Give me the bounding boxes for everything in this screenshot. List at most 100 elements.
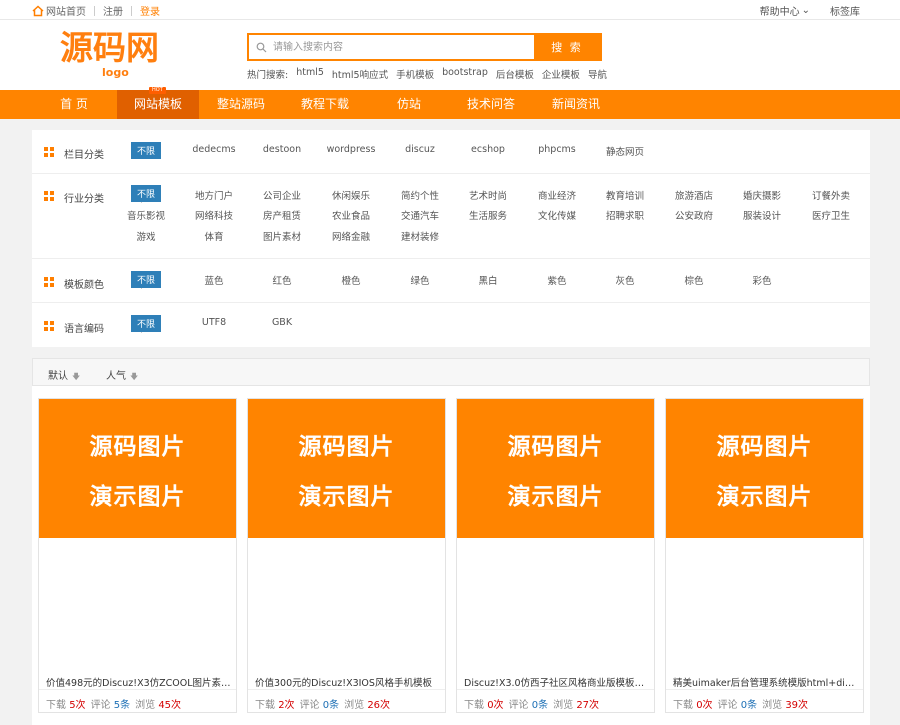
comment-count: 0条 (322, 700, 340, 711)
card-title[interactable]: 精美uimaker后台管理系统模版html+div+... (673, 675, 859, 689)
download-label: 下载 (255, 700, 275, 711)
filter-option[interactable]: 彩色 (752, 273, 771, 287)
comment-count: 5条 (113, 700, 131, 711)
hot-search-label: 热门搜索: (247, 70, 289, 81)
thumbnail[interactable]: 源码图片 演示图片 (248, 399, 445, 538)
template-card[interactable]: 源码图片 演示图片 价值498元的Discuz!X3仿ZCOOL图片素材... … (38, 398, 237, 713)
nav-item-news[interactable]: 新闻资讯 (535, 90, 617, 119)
register-link[interactable]: 注册 (95, 3, 131, 18)
thumbnail[interactable]: 源码图片 演示图片 (39, 399, 236, 538)
nav-item-label: 网站模板 (133, 97, 182, 111)
filter-option[interactable]: 文化传媒 (538, 208, 576, 222)
filter-option[interactable]: 教育培训 (606, 188, 644, 202)
search-input[interactable] (273, 35, 534, 59)
filter-option[interactable]: GBK (272, 317, 292, 328)
filter-option[interactable]: 生活服务 (469, 208, 507, 222)
filter-option[interactable]: 体育 (204, 229, 223, 243)
nav-item-tutorials[interactable]: 教程下载 (284, 90, 366, 119)
thumbnail[interactable]: 源码图片 演示图片 (666, 399, 863, 538)
login-link[interactable]: 登录 (132, 3, 168, 18)
template-card[interactable]: 源码图片 演示图片 价值300元的Discuz!X3IOS风格手机模板 下载 2… (247, 398, 446, 713)
help-center-link[interactable]: 帮助中心 (760, 3, 800, 18)
filter-option[interactable]: 地方门户 (195, 188, 233, 202)
nav-item-site-source[interactable]: 整站源码 (200, 90, 282, 119)
card-stats: 下载 0次 评论 0条 浏览 39次 (673, 696, 808, 711)
filter-option[interactable]: 商业经济 (538, 188, 576, 202)
filter-option[interactable]: 灰色 (615, 273, 634, 287)
nav-item-clone-site[interactable]: 仿站 (368, 90, 450, 119)
filter-option[interactable]: 图片素材 (263, 229, 301, 243)
home-link[interactable]: 网站首页 (46, 3, 94, 18)
view-count: 45次 (158, 700, 182, 711)
filter-option[interactable]: 婚庆摄影 (743, 188, 781, 202)
filter-option[interactable]: 网络科技 (195, 208, 233, 222)
filter-option[interactable]: 红色 (272, 273, 291, 287)
filter-option[interactable]: 订餐外卖 (812, 188, 850, 202)
view-count: 39次 (785, 700, 809, 711)
thumbnail[interactable]: 源码图片 演示图片 (457, 399, 654, 538)
filter-option[interactable]: 不限 (130, 185, 162, 202)
filter-option[interactable]: 静态网页 (606, 144, 644, 158)
filter-label: 栏目分类 (64, 150, 104, 161)
comment-label: 评论 (299, 700, 320, 711)
filter-option[interactable]: 音乐影视 (127, 208, 165, 222)
hot-search-item[interactable]: 手机模板 (396, 67, 434, 81)
hot-search-item[interactable]: 后台模板 (496, 67, 534, 81)
download-count: 2次 (278, 700, 295, 711)
filter-option[interactable]: 医疗卫生 (812, 208, 850, 222)
template-card[interactable]: 源码图片 演示图片 精美uimaker后台管理系统模版html+div+... … (665, 398, 864, 713)
hot-search-item[interactable]: html5 (296, 67, 324, 81)
filter-option[interactable]: 蓝色 (204, 273, 223, 287)
card-title[interactable]: 价值300元的Discuz!X3IOS风格手机模板 (255, 675, 441, 689)
filter-option[interactable]: 不限 (130, 142, 162, 159)
thumbnail-text: 演示图片 (507, 483, 604, 510)
filter-option[interactable]: 服装设计 (743, 208, 781, 222)
filter-option[interactable]: wordpress (327, 144, 376, 155)
filter-option[interactable]: UTF8 (202, 317, 226, 328)
filter-option[interactable]: 紫色 (547, 273, 566, 287)
nav-item-website-templates[interactable]: 网站模板 HOT (117, 87, 199, 119)
hot-search-item[interactable]: bootstrap (442, 67, 488, 81)
tag-library-link[interactable]: 标签库 (830, 3, 860, 18)
filter-option[interactable]: 农业食品 (332, 208, 370, 222)
filter-option[interactable]: destoon (263, 144, 301, 155)
filter-option[interactable]: 公安政府 (675, 208, 713, 222)
view-count: 26次 (367, 700, 391, 711)
filter-option[interactable]: 黑白 (478, 273, 497, 287)
filter-option[interactable]: 招聘求职 (606, 208, 644, 222)
filter-option[interactable]: 网络金融 (332, 229, 370, 243)
filter-option[interactable]: 艺术时尚 (469, 188, 507, 202)
download-count: 5次 (69, 700, 86, 711)
hot-search-item[interactable]: 企业模板 (542, 67, 580, 81)
site-logo[interactable]: 源码网 logo (60, 30, 180, 80)
filter-option[interactable]: 交通汽车 (401, 208, 439, 222)
filter-option[interactable]: 不限 (130, 315, 162, 332)
hot-search-item[interactable]: 导航 (588, 67, 607, 81)
filter-option[interactable]: phpcms (538, 144, 576, 155)
filter-option[interactable]: 橙色 (341, 273, 360, 287)
filter-option[interactable]: 简约个性 (401, 188, 439, 202)
sort-popular[interactable]: 人气 🡇 (106, 367, 138, 385)
template-card[interactable]: 源码图片 演示图片 Discuz!X3.0仿西子社区风格商业版模板下载 下载 0… (456, 398, 655, 713)
hot-search-item[interactable]: html5响应式 (332, 67, 388, 81)
filter-option[interactable]: dedecms (192, 144, 235, 155)
card-title[interactable]: Discuz!X3.0仿西子社区风格商业版模板下载 (464, 675, 650, 689)
filter-option[interactable]: 房产租赁 (263, 208, 301, 222)
filter-option[interactable]: 绿色 (410, 273, 429, 287)
filter-option[interactable]: 公司企业 (263, 188, 301, 202)
filter-option[interactable]: discuz (405, 144, 435, 155)
nav-item-tech-qa[interactable]: 技术问答 (450, 90, 532, 119)
card-title[interactable]: 价值498元的Discuz!X3仿ZCOOL图片素材... (46, 675, 232, 689)
nav-item-label: 新闻资讯 (551, 97, 600, 111)
filter-option[interactable]: 不限 (130, 271, 162, 288)
filter-option[interactable]: 休闲娱乐 (332, 188, 370, 202)
filter-option[interactable]: 建材装修 (401, 229, 439, 243)
nav-item-home[interactable]: 首 页 (42, 90, 106, 119)
sort-default[interactable]: 默认 🡇 (48, 367, 80, 385)
main-nav: 首 页 网站模板 HOT 整站源码 教程下载 仿站 技术问答 新闻资讯 (0, 87, 900, 119)
filter-option[interactable]: 旅游酒店 (675, 188, 713, 202)
search-button[interactable]: 搜 索 (534, 35, 600, 59)
filter-option[interactable]: 棕色 (684, 273, 703, 287)
filter-option[interactable]: 游戏 (136, 229, 155, 243)
filter-option[interactable]: ecshop (471, 144, 505, 155)
